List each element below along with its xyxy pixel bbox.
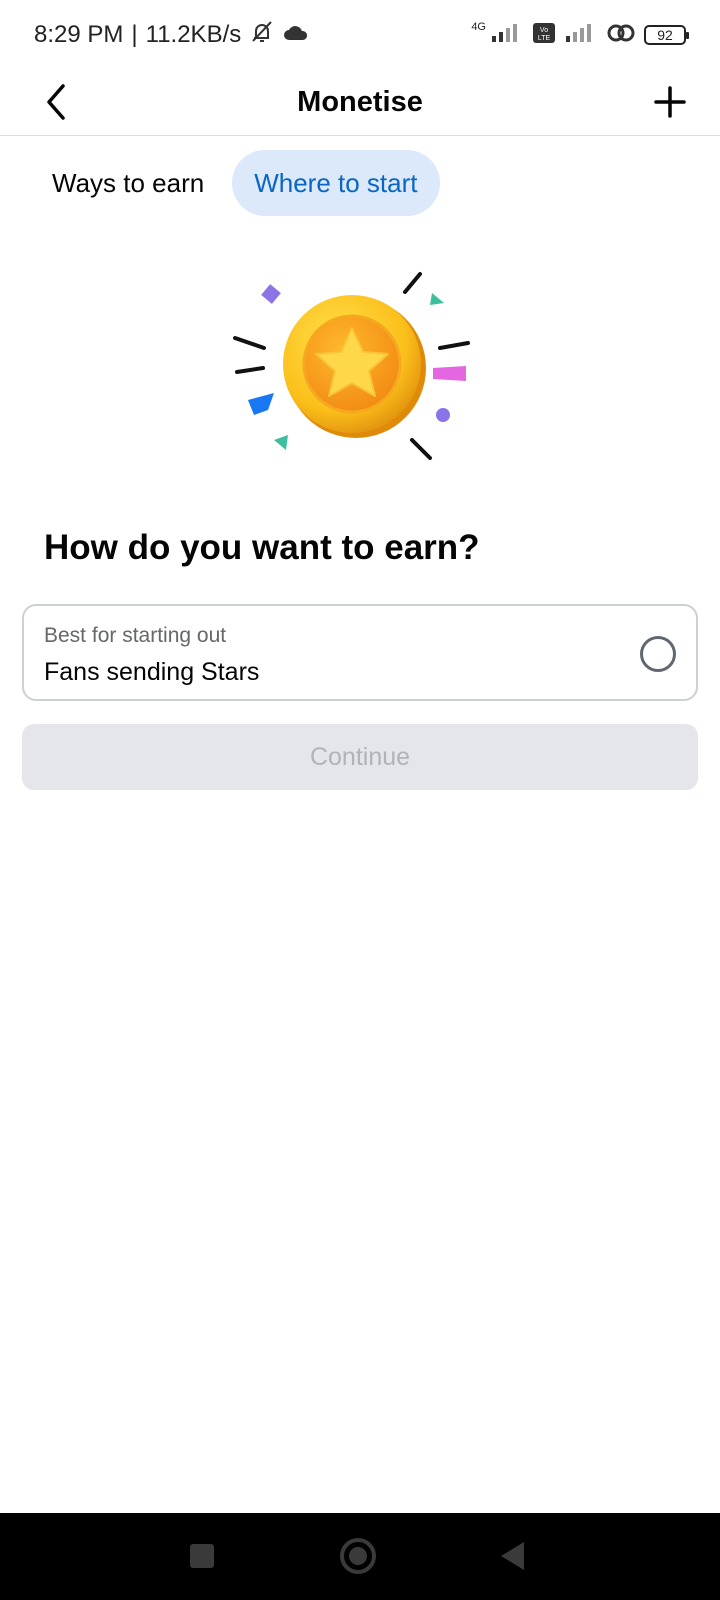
plus-icon — [653, 85, 687, 124]
page-title: Monetise — [297, 86, 423, 118]
star-coin-icon — [233, 272, 470, 460]
status-speed: 11.2KB/s — [145, 21, 242, 48]
status-right: 4G Vo LTE 92 — [471, 21, 689, 49]
svg-text:Vo: Vo — [540, 27, 548, 34]
signal-icon — [490, 22, 524, 49]
arrow-left-icon — [41, 82, 71, 127]
status-separator: | — [131, 21, 138, 48]
battery-icon: 92 — [644, 25, 689, 45]
system-nav-bar — [0, 1513, 720, 1600]
status-time: 8:29 PM — [34, 21, 124, 48]
status-left: 8:29 PM | 11.2KB/s — [34, 19, 309, 52]
tab-ways-to-earn[interactable]: Ways to earn — [30, 150, 226, 216]
option-title: Fans sending Stars — [44, 658, 260, 686]
link-icon — [606, 22, 636, 49]
continue-button[interactable]: Continue — [22, 724, 698, 790]
nav-back-button[interactable] — [488, 1533, 538, 1583]
back-button[interactable] — [28, 76, 84, 132]
option-subtitle: Best for starting out — [44, 624, 227, 647]
question-heading: How do you want to earn? — [44, 528, 480, 567]
svg-text:LTE: LTE — [538, 35, 551, 42]
triangle-icon — [498, 1540, 528, 1577]
radio-button[interactable] — [640, 636, 676, 672]
tab-where-to-start[interactable]: Where to start — [232, 150, 440, 216]
square-icon — [188, 1542, 216, 1575]
recent-apps-button[interactable] — [177, 1533, 227, 1583]
coin-illustration — [230, 260, 490, 470]
bell-muted-icon — [249, 19, 275, 52]
tab-bar: Ways to earn Where to start — [30, 150, 440, 216]
circle-icon — [338, 1536, 378, 1581]
add-button[interactable] — [642, 76, 698, 132]
network-label: 4G — [471, 21, 486, 33]
cloud-icon — [283, 21, 309, 49]
home-button[interactable] — [333, 1533, 383, 1583]
signal-icon-2 — [564, 22, 598, 49]
header: Monetise — [0, 70, 720, 136]
status-bar: 8:29 PM | 11.2KB/s 4G Vo LTE 92 — [0, 0, 720, 70]
volte-icon: Vo LTE — [532, 22, 556, 49]
option-fans-sending-stars[interactable]: Best for starting out Fans sending Stars — [22, 604, 698, 701]
